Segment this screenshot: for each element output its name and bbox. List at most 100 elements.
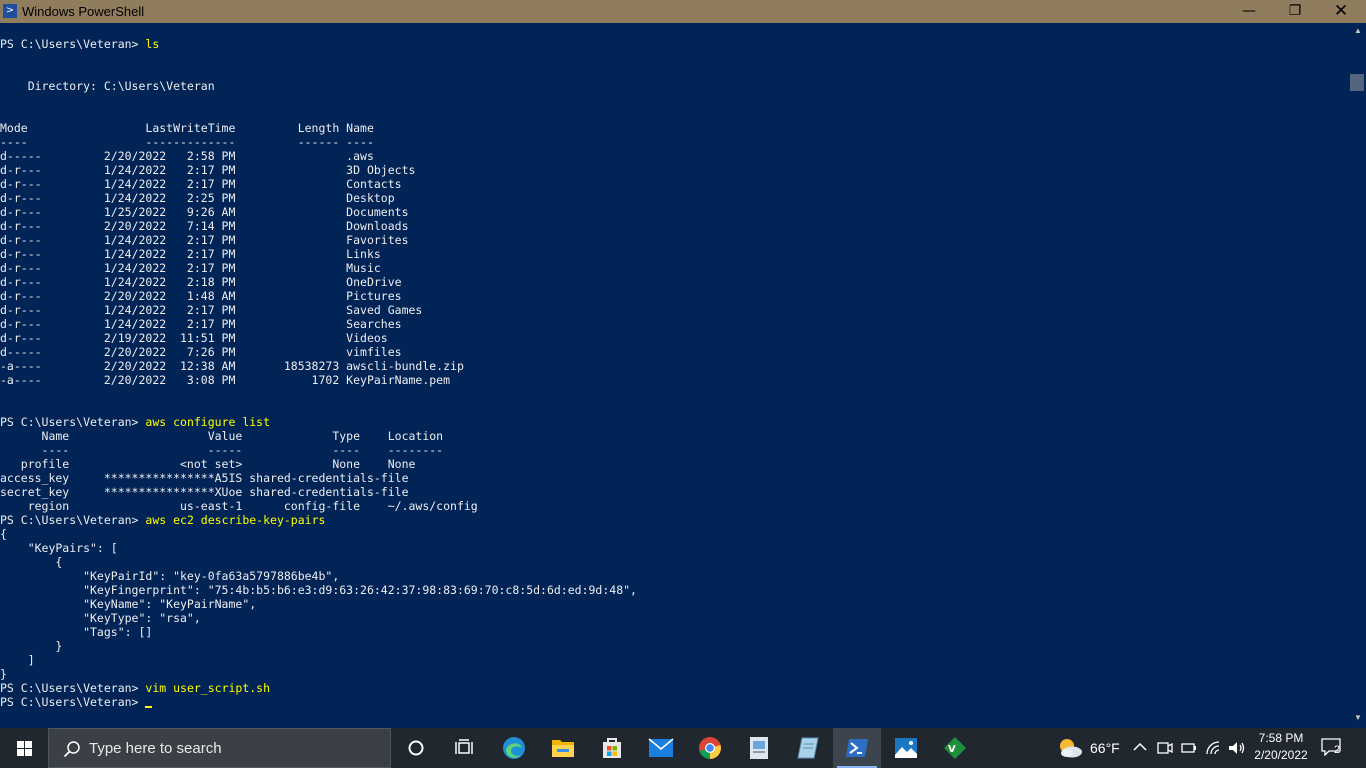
chevron-up-icon[interactable] <box>1133 742 1147 752</box>
cortana-button[interactable] <box>392 728 440 768</box>
output-text: d-r--- 1/24/2022 2:25 PM Desktop <box>0 191 395 205</box>
start-button[interactable] <box>0 728 48 768</box>
output-text: d-r--- 2/19/2022 11:51 PM Videos <box>0 331 388 345</box>
console-line: access_key ****************A5IS shared-c… <box>0 471 637 485</box>
output-text: secret_key ****************XUoe shared-c… <box>0 485 409 499</box>
console-line: -a---- 2/20/2022 3:08 PM 1702 KeyPairNam… <box>0 373 637 387</box>
console-line: { <box>0 527 637 541</box>
scroll-down-icon[interactable]: ▼ <box>1350 712 1366 724</box>
output-text: "KeyPairId": "key-0fa63a5797886be4b", <box>0 569 340 583</box>
output-text: region us-east-1 config-file ~/.aws/conf… <box>0 499 478 513</box>
prompt-text: PS C:\Users\Veteran> <box>0 37 146 51</box>
clock-date[interactable]: 2/20/2022 <box>1252 748 1310 763</box>
console-output[interactable]: PS C:\Users\Veteran> ls Directory: C:\Us… <box>0 23 1350 728</box>
output-text: "KeyFingerprint": "75:4b:b5:b6:e3:d9:63:… <box>0 583 637 597</box>
notepad-icon <box>797 737 819 759</box>
clock-time[interactable]: 7:58 PM <box>1258 731 1304 746</box>
command-text: aws configure list <box>145 415 271 429</box>
task-view-button[interactable] <box>440 728 488 768</box>
meet-now-icon[interactable] <box>1157 740 1173 756</box>
console-line: } <box>0 667 637 681</box>
output-text: profile <not set> None None <box>0 457 416 471</box>
output-text: d-r--- 1/24/2022 2:17 PM 3D Objects <box>0 163 416 177</box>
console-line: PS C:\Users\Veteran> <box>0 695 637 709</box>
output-text: } <box>0 639 63 653</box>
window-title: Windows PowerShell <box>22 4 145 19</box>
weather-temperature[interactable]: 66°F <box>1090 740 1120 756</box>
output-text: d-r--- 1/24/2022 2:17 PM Music <box>0 261 381 275</box>
battery-icon[interactable] <box>1181 741 1197 755</box>
output-text: d-r--- 1/25/2022 9:26 AM Documents <box>0 205 409 219</box>
notification-center-button[interactable]: 2 <box>1318 736 1348 760</box>
console-line: d----- 2/20/2022 2:58 PM .aws <box>0 149 637 163</box>
console-line: "KeyPairId": "key-0fa63a5797886be4b", <box>0 569 637 583</box>
photos-icon <box>895 738 917 758</box>
windows-logo-icon <box>17 741 32 756</box>
console-line: region us-east-1 config-file ~/.aws/conf… <box>0 499 637 513</box>
console-line: "Tags": [] <box>0 625 637 639</box>
vertical-scrollbar[interactable] <box>1350 23 1366 728</box>
console-line: PS C:\Users\Veteran> vim user_script.sh <box>0 681 637 695</box>
search-icon <box>63 741 80 758</box>
minimize-button[interactable]: — <box>1226 0 1272 23</box>
title-bar: > Windows PowerShell — ❐ ✕ <box>0 0 1366 23</box>
prompt-text: PS C:\Users\Veteran> <box>0 681 146 695</box>
chrome-button[interactable] <box>686 728 734 768</box>
prompt-text: PS C:\Users\Veteran> <box>0 695 146 709</box>
output-text: -a---- 2/20/2022 12:38 AM 18538273 awscl… <box>0 359 464 373</box>
output-text: access_key ****************A5IS shared-c… <box>0 471 409 485</box>
microsoft-store-icon <box>603 738 621 758</box>
console-line: PS C:\Users\Veteran> aws ec2 describe-ke… <box>0 513 637 527</box>
partly-sunny-icon[interactable] <box>1056 737 1084 759</box>
output-text: { <box>0 527 7 541</box>
scroll-up-icon[interactable]: ▲ <box>1350 25 1366 37</box>
output-text: "Tags": [] <box>0 625 153 639</box>
notepad-button[interactable] <box>784 728 832 768</box>
output-text: d-r--- 1/24/2022 2:17 PM Favorites <box>0 233 409 247</box>
search-box[interactable]: Type here to search <box>48 728 391 768</box>
output-text: } <box>0 667 7 681</box>
console-line: ---- ------------- ------ ---- <box>0 135 637 149</box>
console-line: d-r--- 1/24/2022 2:18 PM OneDrive <box>0 275 637 289</box>
restore-button[interactable]: ❐ <box>1272 0 1318 23</box>
scrollbar-thumb[interactable] <box>1350 74 1364 91</box>
photo-viewer-button[interactable] <box>735 728 783 768</box>
console-line: d-r--- 1/24/2022 2:17 PM Contacts <box>0 177 637 191</box>
output-text: d----- 2/20/2022 7:26 PM vimfiles <box>0 345 402 359</box>
console-line: "KeyPairs": [ <box>0 541 637 555</box>
mail-button[interactable] <box>637 728 685 768</box>
search-placeholder: Type here to search <box>89 740 222 757</box>
output-text: d-r--- 1/24/2022 2:17 PM Contacts <box>0 177 402 191</box>
prompt-text: PS C:\Users\Veteran> <box>0 415 146 429</box>
volume-icon[interactable] <box>1228 740 1246 756</box>
powershell-taskbar-button[interactable] <box>833 728 881 768</box>
output-text: Name Value Type Location <box>0 429 444 443</box>
console-line: "KeyFingerprint": "75:4b:b5:b6:e3:d9:63:… <box>0 583 637 597</box>
file-explorer-icon <box>552 740 574 757</box>
command-text: aws ec2 describe-key-pairs <box>145 513 326 527</box>
vim-icon: V <box>944 737 966 759</box>
microsoft-store-button[interactable] <box>588 728 636 768</box>
output-text: "KeyPairs": [ <box>0 541 118 555</box>
console-line: d----- 2/20/2022 7:26 PM vimfiles <box>0 345 637 359</box>
photos-button[interactable] <box>882 728 930 768</box>
output-text: "KeyType": "rsa", <box>0 611 201 625</box>
edge-button[interactable] <box>490 728 538 768</box>
edge-icon <box>503 737 525 759</box>
vim-button[interactable]: V <box>931 728 979 768</box>
console-line: Name Value Type Location <box>0 429 637 443</box>
output-text: { <box>0 555 63 569</box>
output-text: d-r--- 2/20/2022 1:48 AM Pictures <box>0 289 402 303</box>
close-button[interactable]: ✕ <box>1318 0 1364 23</box>
file-explorer-button[interactable] <box>539 728 587 768</box>
text-cursor <box>145 706 153 708</box>
console-line: Mode LastWriteTime Length Name <box>0 121 637 135</box>
command-text: ls <box>145 37 160 51</box>
console-line: PS C:\Users\Veteran> ls <box>0 37 637 51</box>
output-text: Directory: C:\Users\Veteran <box>0 79 215 93</box>
wifi-icon[interactable] <box>1205 740 1221 756</box>
